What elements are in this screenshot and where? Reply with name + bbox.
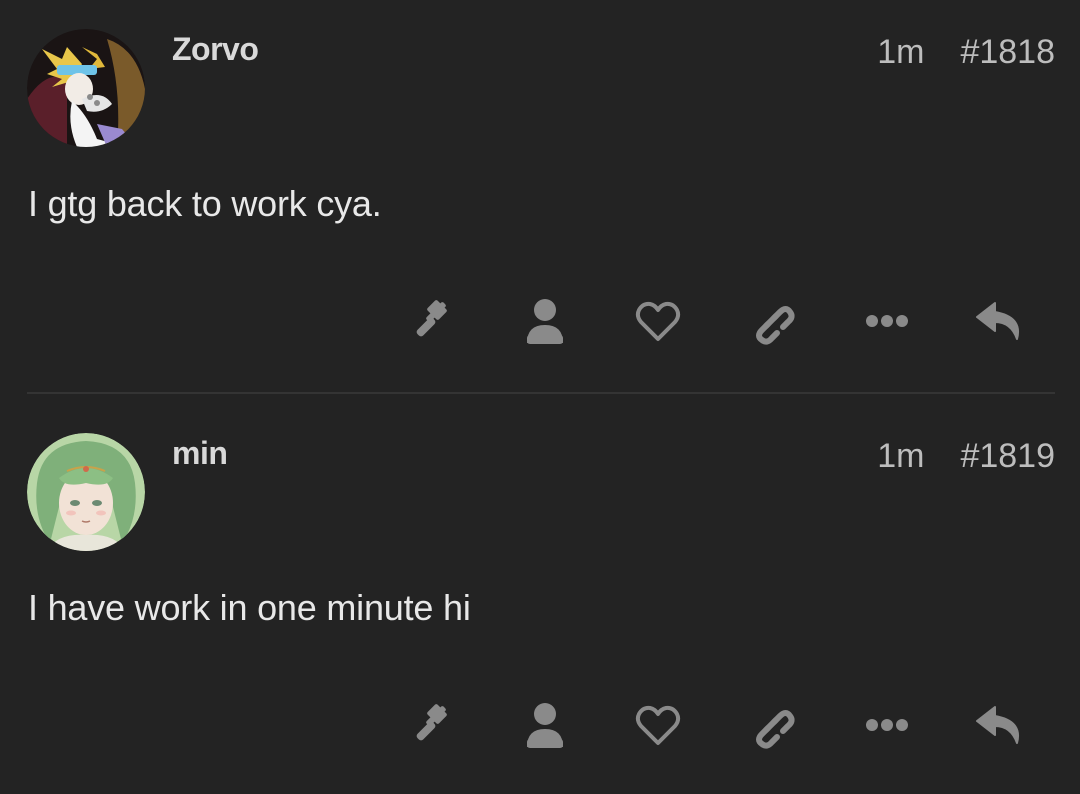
min-avatar <box>27 433 145 551</box>
post-number[interactable]: #1818 <box>960 33 1055 72</box>
gavel-button[interactable] <box>406 700 456 750</box>
post-actions <box>0 700 1080 750</box>
more-button[interactable] <box>862 296 912 346</box>
post-actions <box>0 296 1080 346</box>
reply-icon <box>976 302 1019 340</box>
avatar[interactable] <box>27 29 145 147</box>
user-button[interactable] <box>520 296 570 346</box>
reply-button[interactable] <box>975 296 1025 346</box>
heart-icon <box>635 301 681 341</box>
more-button[interactable] <box>862 700 912 750</box>
post-meta: 1m #1819 <box>877 437 1055 476</box>
ellipsis-icon <box>866 315 908 327</box>
like-button[interactable] <box>633 700 683 750</box>
avatar[interactable] <box>27 433 145 551</box>
gavel-button[interactable] <box>406 296 456 346</box>
link-button[interactable] <box>746 296 796 346</box>
link-icon <box>756 710 795 749</box>
user-icon <box>527 703 563 748</box>
gavel-icon <box>416 300 447 337</box>
post: min 1m #1819 I have work in one minute h… <box>0 404 1080 794</box>
post-time[interactable]: 1m <box>877 33 924 72</box>
post-body: I have work in one minute hi <box>28 587 471 628</box>
heart-icon <box>635 705 681 745</box>
link-icon <box>756 306 795 345</box>
ellipsis-icon <box>866 719 908 731</box>
username[interactable]: min <box>172 435 228 472</box>
post: Zorvo 1m #1818 I gtg back to work cya. <box>0 0 1080 394</box>
divider <box>27 392 1055 394</box>
reply-icon <box>976 706 1019 744</box>
post-meta: 1m #1818 <box>877 33 1055 72</box>
like-button[interactable] <box>633 296 683 346</box>
gavel-icon <box>416 704 447 741</box>
user-button[interactable] <box>520 700 570 750</box>
reply-button[interactable] <box>975 700 1025 750</box>
username[interactable]: Zorvo <box>172 31 259 68</box>
user-icon <box>527 299 563 344</box>
post-time[interactable]: 1m <box>877 437 924 476</box>
post-number[interactable]: #1819 <box>960 437 1055 476</box>
post-body: I gtg back to work cya. <box>28 183 382 224</box>
zorvo-avatar <box>27 29 145 147</box>
link-button[interactable] <box>746 700 796 750</box>
